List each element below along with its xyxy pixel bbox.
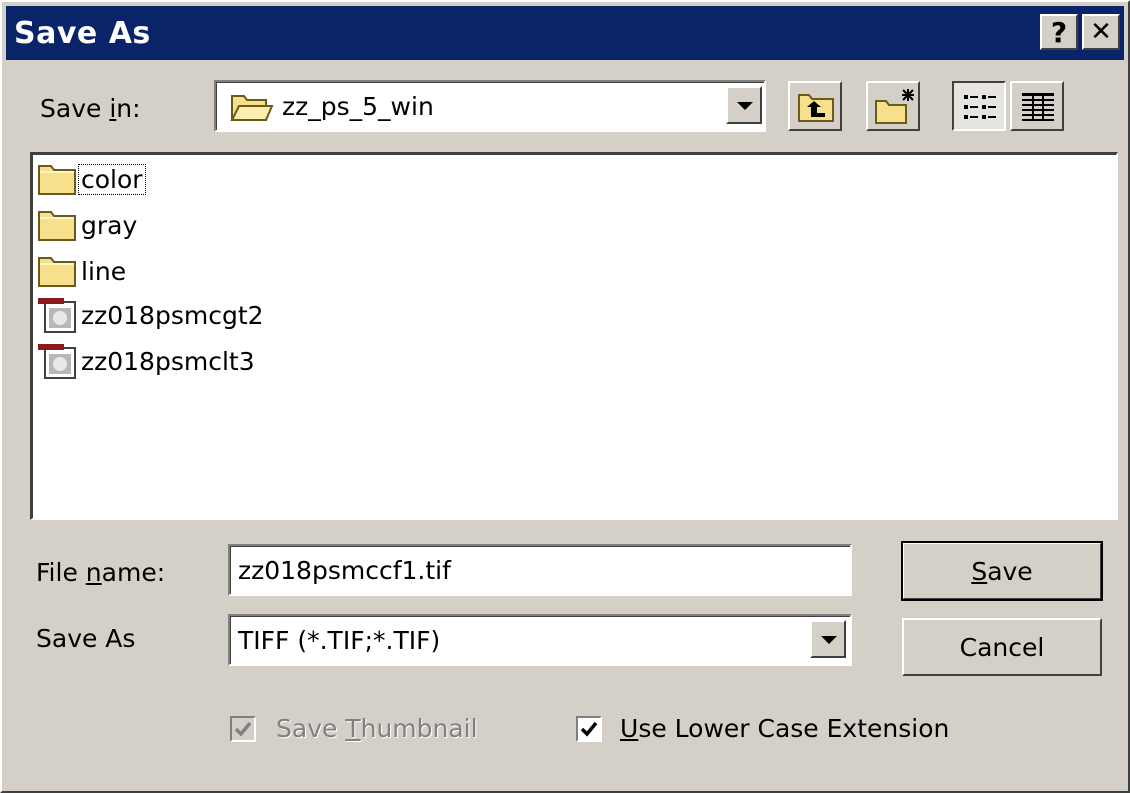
file-list[interactable]: color gray line zz018psmcgt2 zz018psmclt… (30, 152, 1118, 520)
cancel-button[interactable]: Cancel (902, 618, 1102, 676)
details-view-icon (1022, 93, 1054, 121)
save-thumbnail-checkbox (230, 715, 256, 742)
save-in-value: zz_ps_5_win (282, 92, 434, 121)
checkmark-icon (580, 721, 598, 737)
create-new-folder-icon (875, 89, 914, 124)
image-file-icon (38, 344, 76, 379)
list-item[interactable]: zz018psmclt3 (37, 341, 257, 381)
help-button[interactable]: ? (1040, 14, 1078, 50)
file-name-input[interactable]: zz018psmccf1.tif (228, 544, 852, 596)
window-title: Save As (14, 16, 151, 51)
save-as-type-value: TIFF (*.TIF;*.TIF) (238, 626, 441, 655)
save-in-combo[interactable]: zz_ps_5_win (214, 80, 766, 132)
save-as-dialog: Save As ? ✕ Save in: zz_ps_5_win color g… (0, 0, 1130, 793)
save-thumbnail-option: Save Thumbnail (230, 714, 478, 743)
list-item-label: color (78, 163, 146, 195)
folder-icon (38, 165, 76, 195)
file-name-value: zz018psmccf1.tif (238, 556, 451, 585)
save-in-label: Save in: (40, 94, 141, 123)
folder-icon (38, 257, 76, 287)
up-one-level-button[interactable] (788, 81, 842, 131)
file-name-label: File name: (36, 558, 166, 587)
save-as-type-select[interactable]: TIFF (*.TIF;*.TIF) (228, 614, 852, 666)
close-icon: ✕ (1090, 17, 1112, 47)
lowercase-extension-label: Use Lower Case Extension (620, 714, 950, 743)
create-new-folder-button[interactable] (866, 81, 920, 131)
checkmark-icon (234, 721, 252, 737)
title-bar[interactable]: Save As ? ✕ (6, 6, 1124, 60)
lowercase-extension-option[interactable]: Use Lower Case Extension (576, 714, 949, 743)
folder-icon (38, 211, 76, 241)
list-item-label: zz018psmcgt2 (81, 300, 264, 330)
close-button[interactable]: ✕ (1082, 14, 1120, 50)
list-item[interactable]: line (37, 251, 128, 291)
list-item[interactable]: gray (37, 205, 139, 245)
save-thumbnail-label: Save Thumbnail (276, 714, 478, 743)
list-item-label: line (81, 256, 127, 286)
save-as-type-label: Save As (36, 624, 136, 653)
open-folder-icon (230, 95, 274, 121)
list-view-button[interactable] (952, 81, 1006, 131)
save-in-dropdown-button[interactable] (726, 86, 762, 124)
image-file-icon (38, 298, 76, 333)
list-view-icon (964, 95, 996, 119)
up-one-level-icon (798, 94, 834, 122)
list-item[interactable]: zz018psmcgt2 (37, 295, 266, 335)
list-item-label: gray (81, 210, 138, 240)
lowercase-extension-checkbox[interactable] (576, 715, 602, 742)
details-view-button[interactable] (1010, 81, 1064, 131)
help-icon: ? (1050, 15, 1068, 49)
save-button[interactable]: Save (901, 541, 1103, 601)
save-as-type-dropdown-button[interactable] (810, 620, 846, 658)
list-item[interactable]: color (37, 159, 146, 199)
list-item-label: zz018psmclt3 (81, 346, 255, 376)
